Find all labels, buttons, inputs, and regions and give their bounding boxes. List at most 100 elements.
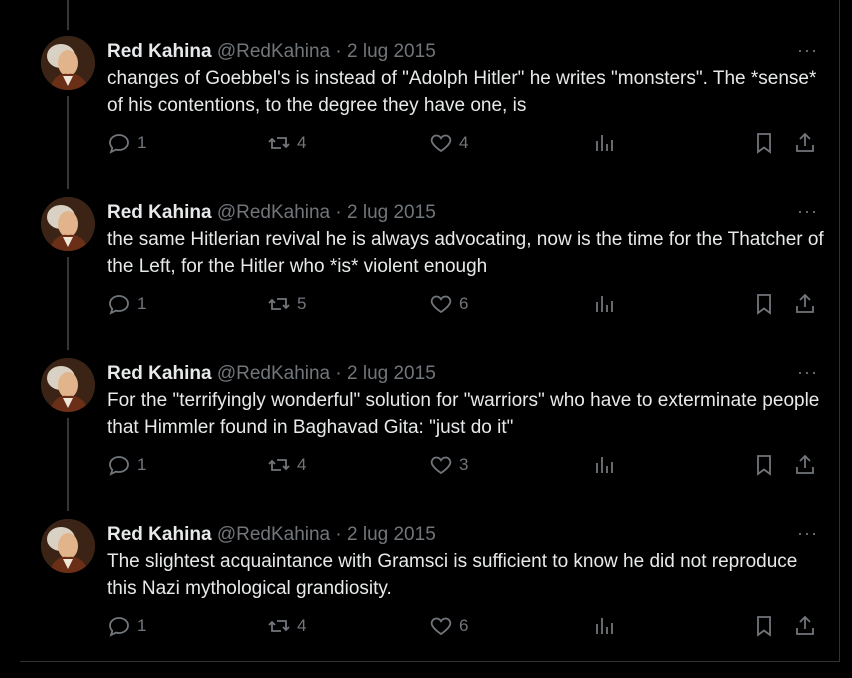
tweet-text: For the "terrifyingly wonderful" solutio… — [107, 390, 820, 438]
repost-count: 5 — [297, 294, 307, 313]
bookmark-button[interactable] — [752, 611, 776, 641]
author-name[interactable]: Red Kahina — [107, 524, 212, 545]
avatar[interactable] — [41, 36, 95, 90]
views-icon — [596, 296, 613, 312]
tweet-header: Red Kahina @RedKahina · 2 lug 2015 — [107, 523, 436, 547]
author-name[interactable]: Red Kahina — [107, 202, 212, 223]
repost-icon — [268, 298, 290, 310]
separator: · — [335, 363, 342, 384]
bookmark-icon — [757, 133, 771, 154]
more-icon[interactable]: ··· — [797, 363, 818, 381]
more-icon[interactable]: ··· — [797, 524, 818, 542]
tweet-actions: 1 4 6 — [107, 611, 827, 641]
tweet[interactable]: Red Kahina @RedKahina · 2 lug 2015 ··· t… — [0, 191, 840, 352]
reply-count: 1 — [137, 455, 147, 474]
reply-icon — [109, 295, 129, 315]
avatar[interactable] — [41, 358, 95, 412]
tweet-actions: 1 5 6 — [107, 289, 827, 319]
avatar[interactable] — [41, 197, 95, 251]
bookmark-icon — [757, 294, 771, 315]
separator: · — [335, 202, 342, 223]
heart-icon — [430, 617, 452, 636]
repost-button[interactable]: 4 — [267, 450, 306, 480]
bookmark-button[interactable] — [752, 289, 776, 319]
repost-count: 4 — [297, 133, 307, 152]
reply-count: 1 — [137, 616, 147, 635]
share-button[interactable] — [793, 450, 817, 480]
share-icon — [796, 293, 814, 313]
repost-icon — [268, 620, 290, 632]
tweet-date[interactable]: 2 lug 2015 — [347, 524, 436, 545]
like-button[interactable]: 4 — [429, 128, 468, 158]
views-button[interactable] — [593, 289, 617, 319]
like-button[interactable]: 3 — [429, 450, 468, 480]
views-button[interactable] — [593, 450, 617, 480]
author-handle[interactable]: @RedKahina — [217, 202, 330, 223]
heart-icon — [430, 456, 452, 475]
views-button[interactable] — [593, 128, 617, 158]
tweet-header: Red Kahina @RedKahina · 2 lug 2015 — [107, 40, 436, 64]
share-button[interactable] — [793, 128, 817, 158]
reply-icon — [109, 617, 129, 637]
bookmark-icon — [757, 455, 771, 476]
tweet-header: Red Kahina @RedKahina · 2 lug 2015 — [107, 201, 436, 225]
repost-button[interactable]: 5 — [267, 289, 306, 319]
reply-button[interactable]: 1 — [107, 128, 146, 158]
like-count: 4 — [459, 133, 469, 152]
bookmark-button[interactable] — [752, 450, 776, 480]
share-button[interactable] — [793, 289, 817, 319]
repost-icon — [268, 459, 290, 471]
tweet-date[interactable]: 2 lug 2015 — [347, 363, 436, 384]
share-icon — [796, 615, 814, 635]
tweet-text: The slightest acquaintance with Gramsci … — [107, 551, 798, 599]
reply-button[interactable]: 1 — [107, 450, 146, 480]
heart-icon — [430, 295, 452, 314]
tweet-text: the same Hitlerian revival he is always … — [107, 229, 824, 277]
reply-button[interactable]: 1 — [107, 611, 146, 641]
separator: · — [335, 524, 342, 545]
timeline-divider — [20, 661, 840, 662]
reply-count: 1 — [137, 294, 147, 313]
tweet-header: Red Kahina @RedKahina · 2 lug 2015 — [107, 362, 436, 386]
tweet[interactable]: Red Kahina @RedKahina · 2 lug 2015 ··· F… — [0, 352, 840, 513]
like-count: 6 — [459, 616, 469, 635]
author-name[interactable]: Red Kahina — [107, 41, 212, 62]
author-handle[interactable]: @RedKahina — [217, 363, 330, 384]
like-count: 3 — [459, 455, 469, 474]
repost-count: 4 — [297, 616, 307, 635]
views-button[interactable] — [593, 611, 617, 641]
like-button[interactable]: 6 — [429, 289, 468, 319]
repost-button[interactable]: 4 — [267, 611, 306, 641]
repost-count: 4 — [297, 455, 307, 474]
tweet-actions: 1 4 4 — [107, 128, 827, 158]
tweet[interactable]: Red Kahina @RedKahina · 2 lug 2015 ··· c… — [0, 30, 840, 191]
repost-button[interactable]: 4 — [267, 128, 306, 158]
bookmark-button[interactable] — [752, 128, 776, 158]
reply-icon — [109, 134, 129, 154]
author-handle[interactable]: @RedKahina — [217, 41, 330, 62]
reply-button[interactable]: 1 — [107, 289, 146, 319]
more-icon[interactable]: ··· — [797, 202, 818, 220]
bookmark-icon — [757, 616, 771, 637]
like-count: 6 — [459, 294, 469, 313]
more-icon[interactable]: ··· — [797, 41, 818, 59]
thread-line — [67, 0, 69, 30]
share-button[interactable] — [793, 611, 817, 641]
tweet[interactable]: Red Kahina @RedKahina · 2 lug 2015 ··· T… — [0, 513, 840, 674]
tweet-date[interactable]: 2 lug 2015 — [347, 202, 436, 223]
share-icon — [796, 454, 814, 474]
repost-icon — [268, 137, 290, 149]
views-icon — [596, 457, 613, 473]
avatar[interactable] — [41, 519, 95, 573]
views-icon — [596, 135, 613, 151]
author-name[interactable]: Red Kahina — [107, 363, 212, 384]
author-handle[interactable]: @RedKahina — [217, 524, 330, 545]
reply-count: 1 — [137, 133, 147, 152]
like-button[interactable]: 6 — [429, 611, 468, 641]
tweet-actions: 1 4 3 — [107, 450, 827, 480]
tweet-date[interactable]: 2 lug 2015 — [347, 41, 436, 62]
share-icon — [796, 132, 814, 152]
views-icon — [596, 618, 613, 634]
tweet-text: changes of Goebbel's is instead of "Adol… — [107, 68, 817, 116]
reply-icon — [109, 456, 129, 476]
